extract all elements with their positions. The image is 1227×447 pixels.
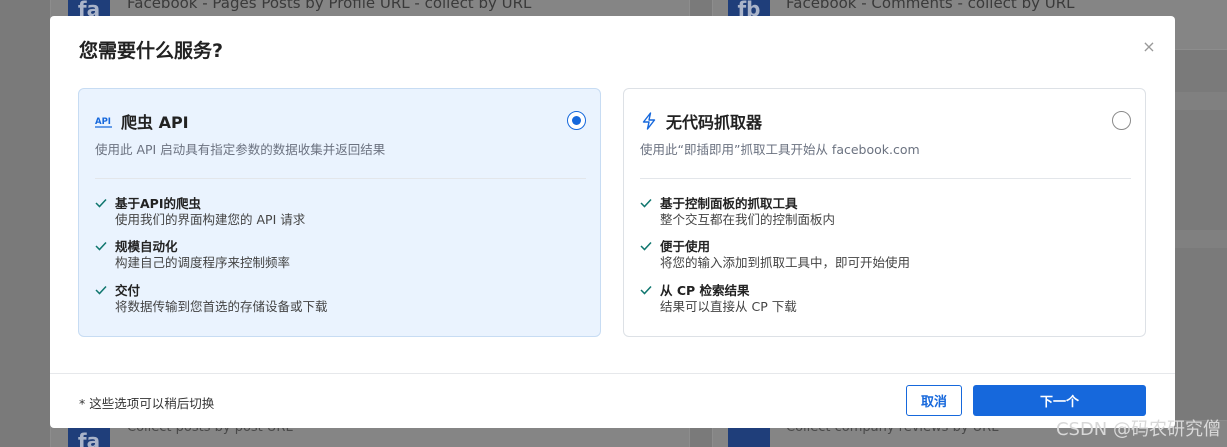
modal-title: 您需要什么服务? — [79, 40, 224, 62]
close-icon[interactable]: × — [1141, 39, 1157, 55]
option-title: 无代码抓取器 — [666, 113, 763, 132]
footer-divider — [50, 373, 1175, 374]
feature-item: 交付 将数据传输到您首选的存储设备或下载 — [95, 283, 328, 315]
feature-title: 基于API的爬虫 — [115, 196, 201, 211]
feature-title: 规模自动化 — [115, 239, 178, 254]
feature-item: 基于API的爬虫 使用我们的界面构建您的 API 请求 — [95, 196, 305, 228]
feature-title: 交付 — [115, 283, 141, 298]
service-selection-modal: 您需要什么服务? × API 爬虫 API 使用此 API 启动具有指定参数的数… — [50, 16, 1175, 428]
watermark: CSDN @码农研究僧 — [1055, 419, 1221, 440]
option-description: 使用此 API 启动具有指定参数的数据收集并返回结果 — [95, 142, 386, 157]
feature-title: 便于使用 — [660, 239, 711, 254]
footer-note: * 这些选项可以稍后切换 — [79, 396, 215, 411]
svg-text:API: API — [95, 117, 111, 127]
option-radio-selected[interactable] — [567, 111, 586, 130]
option-title: 爬虫 API — [121, 113, 189, 132]
background-card-title: Facebook - Pages Posts by Profile URL - … — [127, 0, 532, 12]
lightning-icon — [640, 112, 658, 130]
feature-subtitle: 结果可以直接从 CP 下载 — [660, 299, 797, 314]
feature-title: 从 CP 检索结果 — [660, 283, 750, 298]
feature-subtitle: 将数据传输到您首选的存储设备或下载 — [115, 299, 328, 314]
check-icon — [640, 285, 652, 295]
cancel-button[interactable]: 取消 — [906, 385, 962, 416]
divider — [640, 178, 1131, 179]
background-card-title: Facebook - Comments - collect by URL — [786, 0, 1075, 12]
feature-title: 基于控制面板的抓取工具 — [660, 196, 798, 211]
check-icon — [640, 241, 652, 251]
feature-subtitle: 使用我们的界面构建您的 API 请求 — [115, 212, 306, 227]
option-no-code-scraper[interactable]: 无代码抓取器 使用此“即插即用”抓取工具开始从 facebook.com 基于控… — [623, 88, 1146, 337]
feature-item: 规模自动化 构建自己的调度程序来控制频率 — [95, 239, 290, 271]
api-icon: API — [95, 112, 113, 130]
option-radio-unselected[interactable] — [1112, 111, 1131, 130]
feature-subtitle: 构建自己的调度程序来控制频率 — [115, 255, 291, 270]
option-description: 使用此“即插即用”抓取工具开始从 facebook.com — [640, 142, 920, 157]
feature-item: 从 CP 检索结果 结果可以直接从 CP 下载 — [640, 283, 797, 315]
feature-subtitle: 将您的输入添加到抓取工具中，即可开始使用 — [660, 255, 911, 270]
feature-subtitle: 整个交互都在我们的控制面板内 — [660, 212, 836, 227]
divider — [95, 178, 586, 179]
next-button[interactable]: 下一个 — [973, 385, 1146, 416]
check-icon — [95, 241, 107, 251]
option-scraper-api[interactable]: API 爬虫 API 使用此 API 启动具有指定参数的数据收集并返回结果 基于… — [78, 88, 601, 337]
feature-item: 便于使用 将您的输入添加到抓取工具中，即可开始使用 — [640, 239, 910, 271]
check-icon — [95, 198, 107, 208]
check-icon — [95, 285, 107, 295]
check-icon — [640, 198, 652, 208]
feature-item: 基于控制面板的抓取工具 整个交互都在我们的控制面板内 — [640, 196, 835, 228]
